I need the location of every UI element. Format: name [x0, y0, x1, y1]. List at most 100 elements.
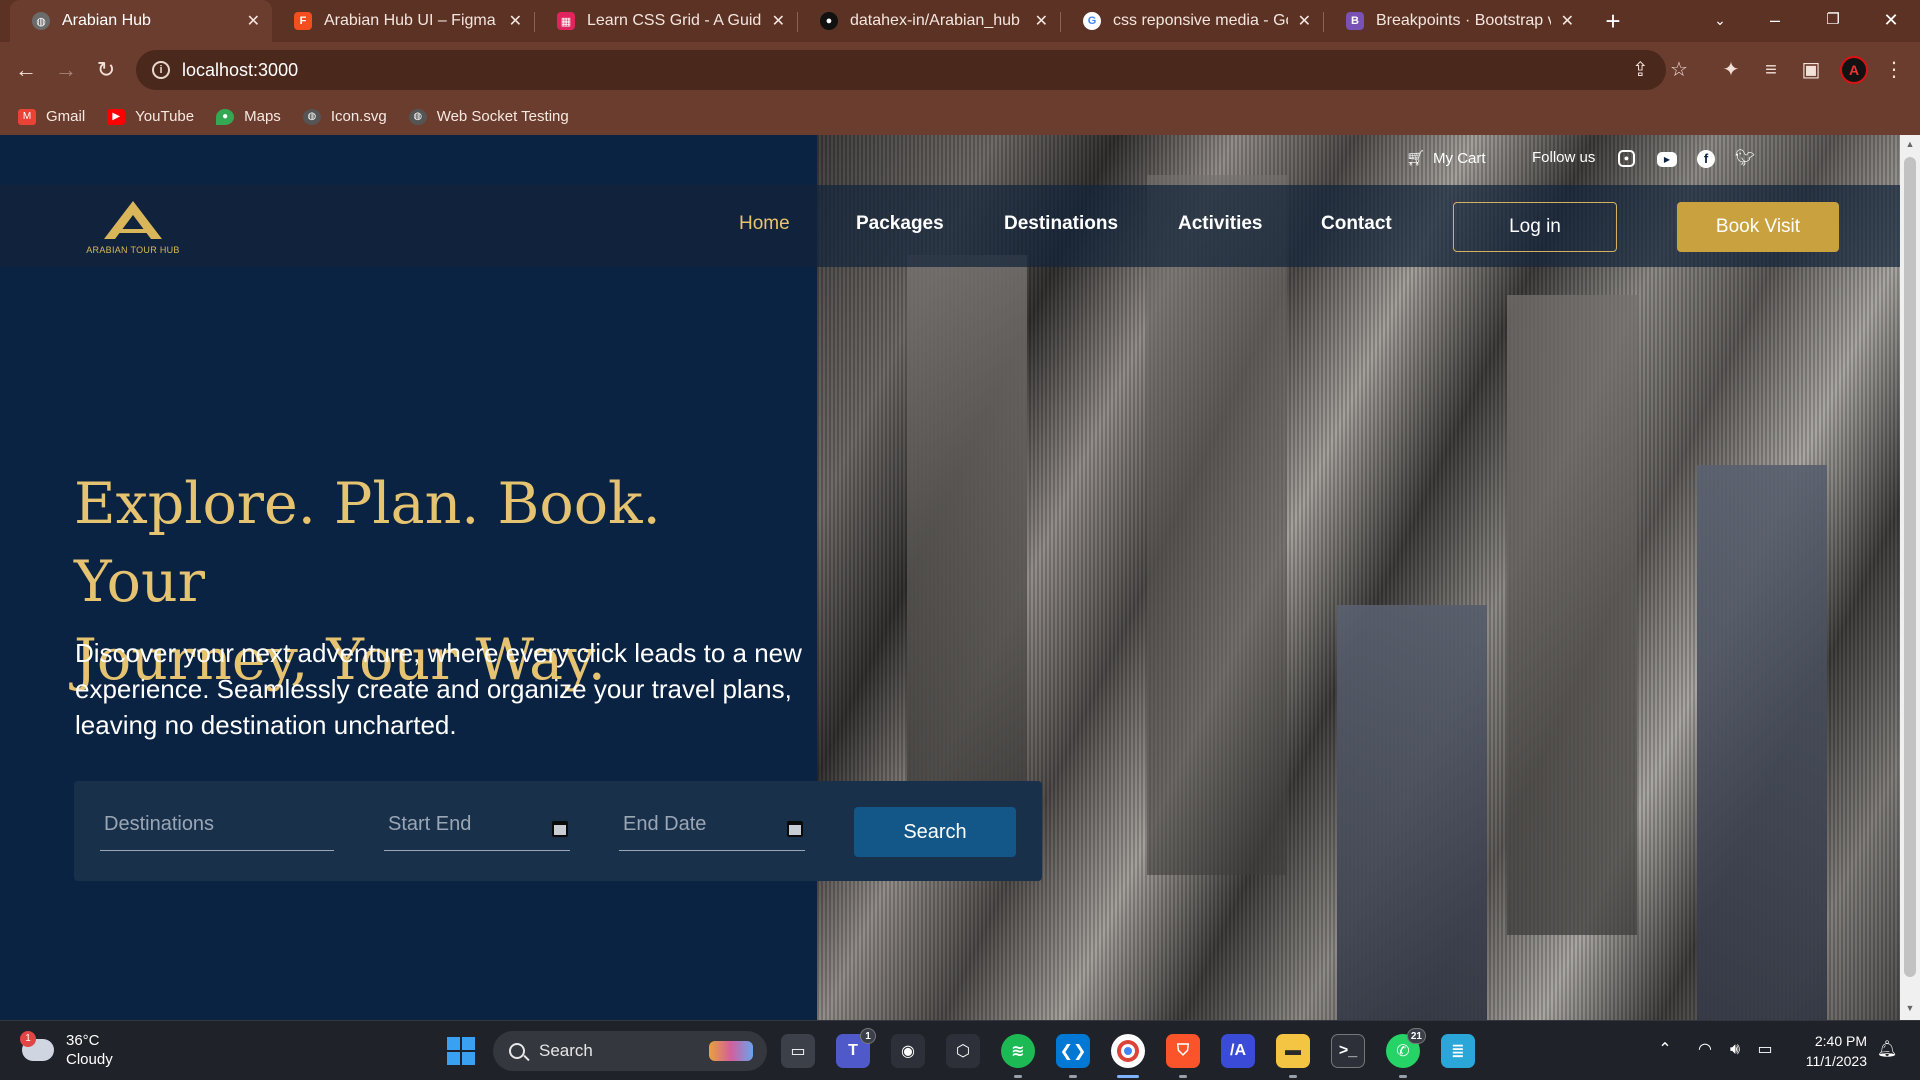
- close-tab-icon[interactable]: ✕: [772, 11, 785, 31]
- weather-widget[interactable]: 1 36°C Cloudy: [20, 1031, 113, 1069]
- running-indicator: [1069, 1075, 1077, 1078]
- instagram-icon[interactable]: ●: [1618, 150, 1635, 167]
- windows-start-icon[interactable]: [447, 1037, 475, 1065]
- running-indicator: [1014, 1075, 1022, 1078]
- nav-packages[interactable]: Packages: [856, 213, 944, 235]
- nav-contact[interactable]: Contact: [1321, 213, 1392, 235]
- book-visit-button[interactable]: Book Visit: [1677, 202, 1839, 252]
- weather-text: 36°C Cloudy: [66, 1031, 113, 1069]
- share-icon[interactable]: ⇪: [1632, 58, 1649, 82]
- chrome-icon[interactable]: [1111, 1034, 1145, 1078]
- globe-icon: ◍: [408, 108, 427, 125]
- new-tab-button[interactable]: +: [1598, 6, 1628, 36]
- close-tab-icon[interactable]: ✕: [509, 11, 522, 31]
- end-date-input[interactable]: End Date: [619, 805, 805, 851]
- scroll-thumb[interactable]: [1904, 157, 1916, 977]
- close-tab-icon[interactable]: ✕: [247, 11, 260, 31]
- close-tab-icon[interactable]: ✕: [1035, 11, 1048, 31]
- page-scrollbar[interactable]: ▲ ▼: [1900, 135, 1920, 1020]
- bookmark-gmail[interactable]: M Gmail: [18, 108, 85, 125]
- building-shape: [1697, 465, 1827, 1020]
- system-clock[interactable]: 2:40 PM 11/1/2023: [1793, 1031, 1867, 1071]
- nav-activities[interactable]: Activities: [1178, 213, 1262, 235]
- scroll-up-arrow-icon[interactable]: ▲: [1905, 139, 1915, 149]
- calendar-icon[interactable]: [552, 821, 568, 837]
- tab-figma[interactable]: F Arabian Hub UI – Figma ✕: [272, 0, 534, 42]
- destinations-input[interactable]: Destinations: [100, 805, 334, 851]
- cart-label: My Cart: [1433, 149, 1486, 167]
- profile-avatar[interactable]: A: [1840, 56, 1868, 84]
- headline-line-1: Explore. Plan. Book. Your: [74, 471, 661, 615]
- start-date-input[interactable]: Start End: [384, 805, 570, 851]
- running-indicator: [1179, 1075, 1187, 1078]
- side-panel-icon[interactable]: ▣: [1797, 56, 1825, 84]
- teams-badge: 1: [860, 1028, 876, 1044]
- terminal-icon[interactable]: >_: [1331, 1034, 1365, 1068]
- bookmark-maps[interactable]: ● Maps: [216, 108, 281, 125]
- logo[interactable]: ARABIAN TOUR HUB: [78, 199, 188, 259]
- my-cart-link[interactable]: 🛒︎ My Cart: [1406, 149, 1486, 168]
- tab-title: Arabian Hub: [62, 12, 151, 29]
- twitter-icon[interactable]: 🐦︎: [1735, 150, 1755, 168]
- wifi-icon[interactable]: ◠: [1694, 1039, 1716, 1061]
- tab-search-icon[interactable]: ⌄: [1695, 0, 1745, 42]
- nav-home[interactable]: Home: [739, 213, 790, 235]
- back-button[interactable]: ←: [10, 54, 42, 86]
- site-navbar: ARABIAN TOUR HUB Home Packages Destinati…: [0, 185, 1900, 267]
- bookmark-web-socket[interactable]: ◍ Web Socket Testing: [408, 108, 569, 125]
- weather-badge: 1: [20, 1031, 36, 1047]
- tab-bootstrap[interactable]: B Breakpoints · Bootstrap v5 ✕: [1324, 0, 1586, 42]
- cart-icon: 🛒︎: [1406, 150, 1426, 167]
- tab-google-search[interactable]: G css reponsive media - Goo ✕: [1061, 0, 1323, 42]
- notification-bell-icon[interactable]: 🔔︎: [1876, 1039, 1898, 1061]
- close-tab-icon[interactable]: ✕: [1561, 11, 1574, 31]
- show-hidden-icons-icon[interactable]: ⌃: [1654, 1039, 1676, 1061]
- reload-button[interactable]: ↻: [90, 54, 122, 86]
- reading-list-icon[interactable]: ≡: [1757, 56, 1785, 84]
- menu-icon[interactable]: ⋮: [1880, 56, 1908, 84]
- facebook-icon[interactable]: f: [1697, 150, 1715, 168]
- tab-github[interactable]: ● datahex-in/Arabian_hub ✕: [798, 0, 1060, 42]
- task-view-icon[interactable]: ▭: [781, 1034, 815, 1068]
- unity-icon[interactable]: ⬡: [946, 1034, 980, 1068]
- camera-icon[interactable]: ◉: [891, 1034, 925, 1068]
- file-explorer-icon[interactable]: ▬: [1276, 1034, 1310, 1078]
- bookmark-label: Maps: [244, 108, 281, 125]
- scroll-down-arrow-icon[interactable]: ▼: [1905, 1003, 1915, 1013]
- extensions-icon[interactable]: ✦: [1717, 56, 1745, 84]
- forward-button[interactable]: →: [50, 54, 82, 86]
- close-tab-icon[interactable]: ✕: [1298, 11, 1311, 31]
- notepad-icon[interactable]: ≣: [1441, 1034, 1475, 1068]
- weather-temp: 36°C: [66, 1032, 100, 1049]
- whatsapp-icon[interactable]: ✆ 21: [1386, 1028, 1426, 1078]
- vscode-icon[interactable]: ❮❯: [1056, 1034, 1090, 1078]
- bookmark-icon-svg[interactable]: ◍ Icon.svg: [302, 108, 387, 125]
- bookmark-star-icon[interactable]: ☆: [1670, 58, 1688, 82]
- browser-chrome: ◍ Arabian Hub ✕ F Arabian Hub UI – Figma…: [0, 0, 1920, 135]
- site-info-icon[interactable]: i: [152, 61, 170, 79]
- github-icon: ●: [820, 12, 838, 30]
- minimize-button[interactable]: –: [1750, 0, 1800, 42]
- brave-icon[interactable]: ⛉: [1166, 1034, 1200, 1078]
- taskbar-search[interactable]: Search: [493, 1031, 767, 1071]
- search-button[interactable]: Search: [854, 807, 1016, 857]
- login-button[interactable]: Log in: [1453, 202, 1617, 252]
- editor-icon[interactable]: /A: [1221, 1034, 1255, 1068]
- close-window-button[interactable]: ✕: [1866, 0, 1916, 42]
- battery-icon[interactable]: ▭: [1754, 1039, 1776, 1061]
- nav-destinations[interactable]: Destinations: [1004, 213, 1118, 235]
- spotify-icon[interactable]: ≋: [1001, 1034, 1035, 1078]
- address-bar[interactable]: i localhost:3000 ⇪ ☆: [136, 50, 1688, 90]
- tab-arabian-hub[interactable]: ◍ Arabian Hub ✕: [10, 0, 272, 42]
- tab-title: Breakpoints · Bootstrap v5: [1376, 12, 1551, 29]
- calendar-icon[interactable]: [787, 821, 803, 837]
- volume-icon[interactable]: 🔊︎: [1724, 1039, 1746, 1061]
- restore-button[interactable]: ❐: [1808, 0, 1858, 42]
- bookmark-label: YouTube: [135, 108, 195, 125]
- bookmark-youtube[interactable]: ▶ YouTube: [107, 108, 194, 125]
- tab-css-grid[interactable]: ▦ Learn CSS Grid - A Guide to ✕: [535, 0, 797, 42]
- teams-icon[interactable]: T1: [836, 1028, 876, 1068]
- tab-title: Learn CSS Grid - A Guide to: [587, 12, 762, 29]
- youtube-icon[interactable]: ▶: [1657, 152, 1677, 167]
- maps-icon: ●: [216, 108, 235, 125]
